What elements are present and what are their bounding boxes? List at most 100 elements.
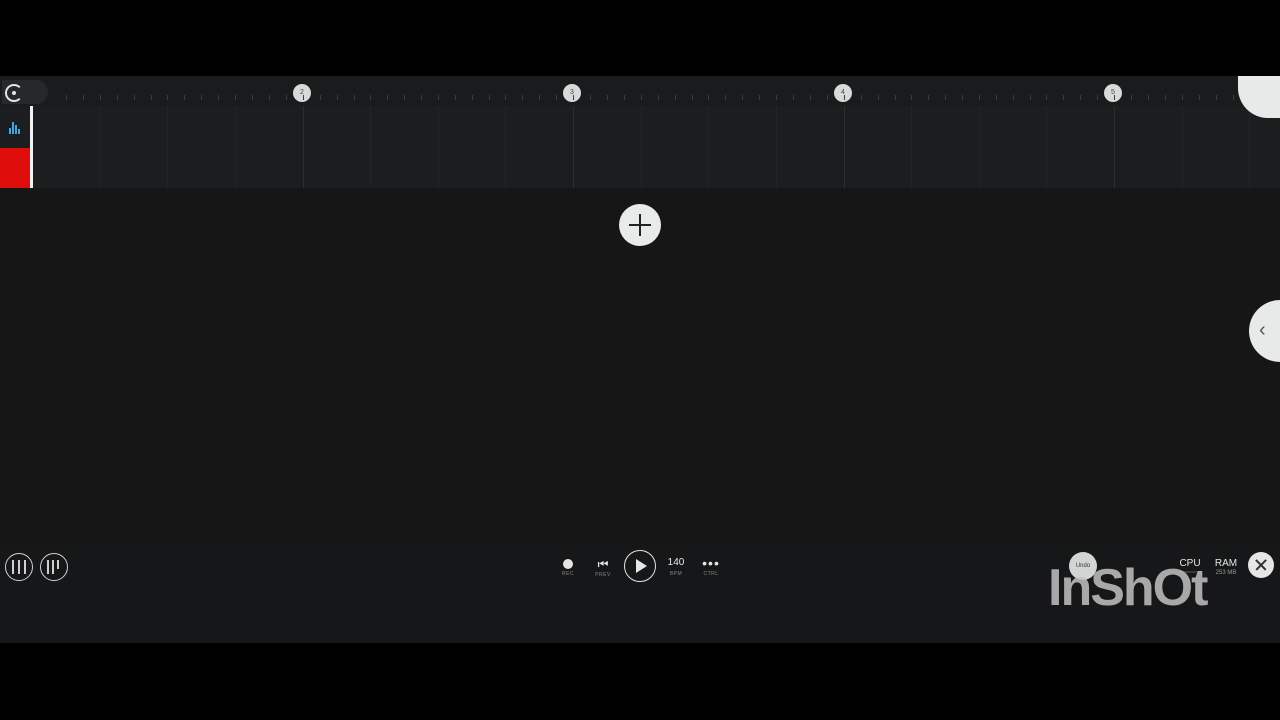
- ruler-tick: [404, 95, 405, 100]
- ruler-tick: [759, 95, 760, 100]
- ruler-tick: [1233, 95, 1234, 100]
- timeline-ruler[interactable]: 2 3 4 5: [0, 76, 1280, 106]
- ram-value: 253 MB: [1215, 570, 1237, 576]
- beat-gridline: [1182, 106, 1183, 188]
- ruler-tick: [134, 95, 135, 100]
- tempo-control[interactable]: 140 BPM: [663, 557, 689, 577]
- ruler-tick: [556, 95, 557, 100]
- ruler-tick: [66, 95, 67, 100]
- beat-gridline: [641, 106, 642, 188]
- tempo-value: 140: [667, 557, 685, 568]
- loop-icon: [5, 84, 23, 102]
- level-meter-icon: [9, 122, 21, 134]
- close-button[interactable]: [1248, 552, 1274, 578]
- ruler-tick: [692, 95, 693, 100]
- bar-marker-5[interactable]: 5: [1104, 84, 1122, 102]
- ruler-tick: [167, 95, 168, 100]
- beat-gridline: [370, 106, 371, 188]
- beat-gridline: [438, 106, 439, 188]
- ruler-tick: [1114, 95, 1115, 100]
- record-label: REC: [561, 571, 575, 577]
- track-lane[interactable]: [0, 106, 1280, 188]
- track-header-instrument[interactable]: [0, 148, 30, 188]
- ruler-tick: [1030, 95, 1031, 100]
- beat-gridline: [776, 106, 777, 188]
- ruler-tick: [1148, 95, 1149, 100]
- beat-gridline: [911, 106, 912, 188]
- ruler-tick: [218, 95, 219, 100]
- ruler-tick: [708, 95, 709, 100]
- ruler-tick: [1046, 95, 1047, 100]
- ruler-tick: [725, 95, 726, 100]
- ruler-tick: [573, 95, 574, 100]
- ruler-tick: [354, 95, 355, 100]
- ruler-tick: [590, 95, 591, 100]
- bar-marker-2[interactable]: 2: [293, 84, 311, 102]
- ruler-tick: [151, 95, 152, 100]
- open-panel-button[interactable]: ‹: [1249, 300, 1280, 362]
- beat-gridline: [505, 106, 506, 188]
- ruler-tick: [844, 95, 845, 100]
- ruler-tick: [201, 95, 202, 100]
- ruler-tick: [421, 95, 422, 100]
- add-track-button[interactable]: [619, 204, 661, 246]
- ruler-tick: [455, 95, 456, 100]
- ruler-tick: [1080, 95, 1081, 100]
- bar-gridline: [303, 106, 304, 188]
- ruler-tick: [320, 95, 321, 100]
- bar-gridline: [1114, 106, 1115, 188]
- ruler-tick: [996, 95, 997, 100]
- ruler-tick: [658, 95, 659, 100]
- ruler-tick: [1165, 95, 1166, 100]
- mixer-settings-button[interactable]: [40, 553, 68, 581]
- ruler-tick: [337, 95, 338, 100]
- ruler-tick: [1131, 95, 1132, 100]
- beat-gridline: [100, 106, 101, 188]
- ruler-tick: [827, 95, 828, 100]
- ram-label: RAM: [1214, 558, 1238, 569]
- ruler-tick: [878, 95, 879, 100]
- ruler-tick: [911, 95, 912, 100]
- ruler-tick: [945, 95, 946, 100]
- ruler-tick: [472, 95, 473, 100]
- ruler-tick: [1013, 95, 1014, 100]
- control-menu-button[interactable]: ••• CTRL: [698, 555, 724, 577]
- ruler-tick: [810, 95, 811, 100]
- ruler-tick: [117, 95, 118, 100]
- bar-marker-3[interactable]: 3: [563, 84, 581, 102]
- control-label: CTRL: [703, 571, 719, 577]
- record-icon: [563, 559, 573, 569]
- beat-gridline: [235, 106, 236, 188]
- ruler-tick: [928, 95, 929, 100]
- ruler-tick: [1216, 95, 1217, 100]
- mixer-button[interactable]: [5, 553, 33, 581]
- watermark-text: InShOt: [1048, 559, 1208, 617]
- bar-gridline: [573, 106, 574, 188]
- ruler-tick: [505, 95, 506, 100]
- previous-label: PREV: [595, 572, 611, 578]
- ruler-tick: [1063, 95, 1064, 100]
- ruler-tick: [100, 95, 101, 100]
- more-dots-icon: •••: [702, 555, 720, 571]
- playhead[interactable]: [30, 106, 33, 188]
- track-header-mixer[interactable]: [0, 106, 30, 148]
- beat-gridline: [708, 106, 709, 188]
- ruler-tick: [252, 95, 253, 100]
- bar-marker-4[interactable]: 4: [834, 84, 852, 102]
- ruler-tick: [303, 95, 304, 100]
- beat-gridline: [167, 106, 168, 188]
- ruler-tick: [489, 95, 490, 100]
- play-button[interactable]: [624, 550, 656, 582]
- ruler-tick: [522, 95, 523, 100]
- record-button[interactable]: REC: [558, 559, 578, 577]
- loop-toggle-button[interactable]: [2, 80, 48, 104]
- ruler-tick: [1199, 95, 1200, 100]
- beat-gridline: [979, 106, 980, 188]
- previous-button[interactable]: ⏮ PREV: [593, 558, 613, 578]
- ruler-tick: [269, 95, 270, 100]
- ruler-tick: [861, 95, 862, 100]
- ruler-tick: [286, 95, 287, 100]
- ruler-tick: [962, 95, 963, 100]
- ruler-tick: [370, 95, 371, 100]
- chevron-left-icon: ‹: [1259, 319, 1266, 341]
